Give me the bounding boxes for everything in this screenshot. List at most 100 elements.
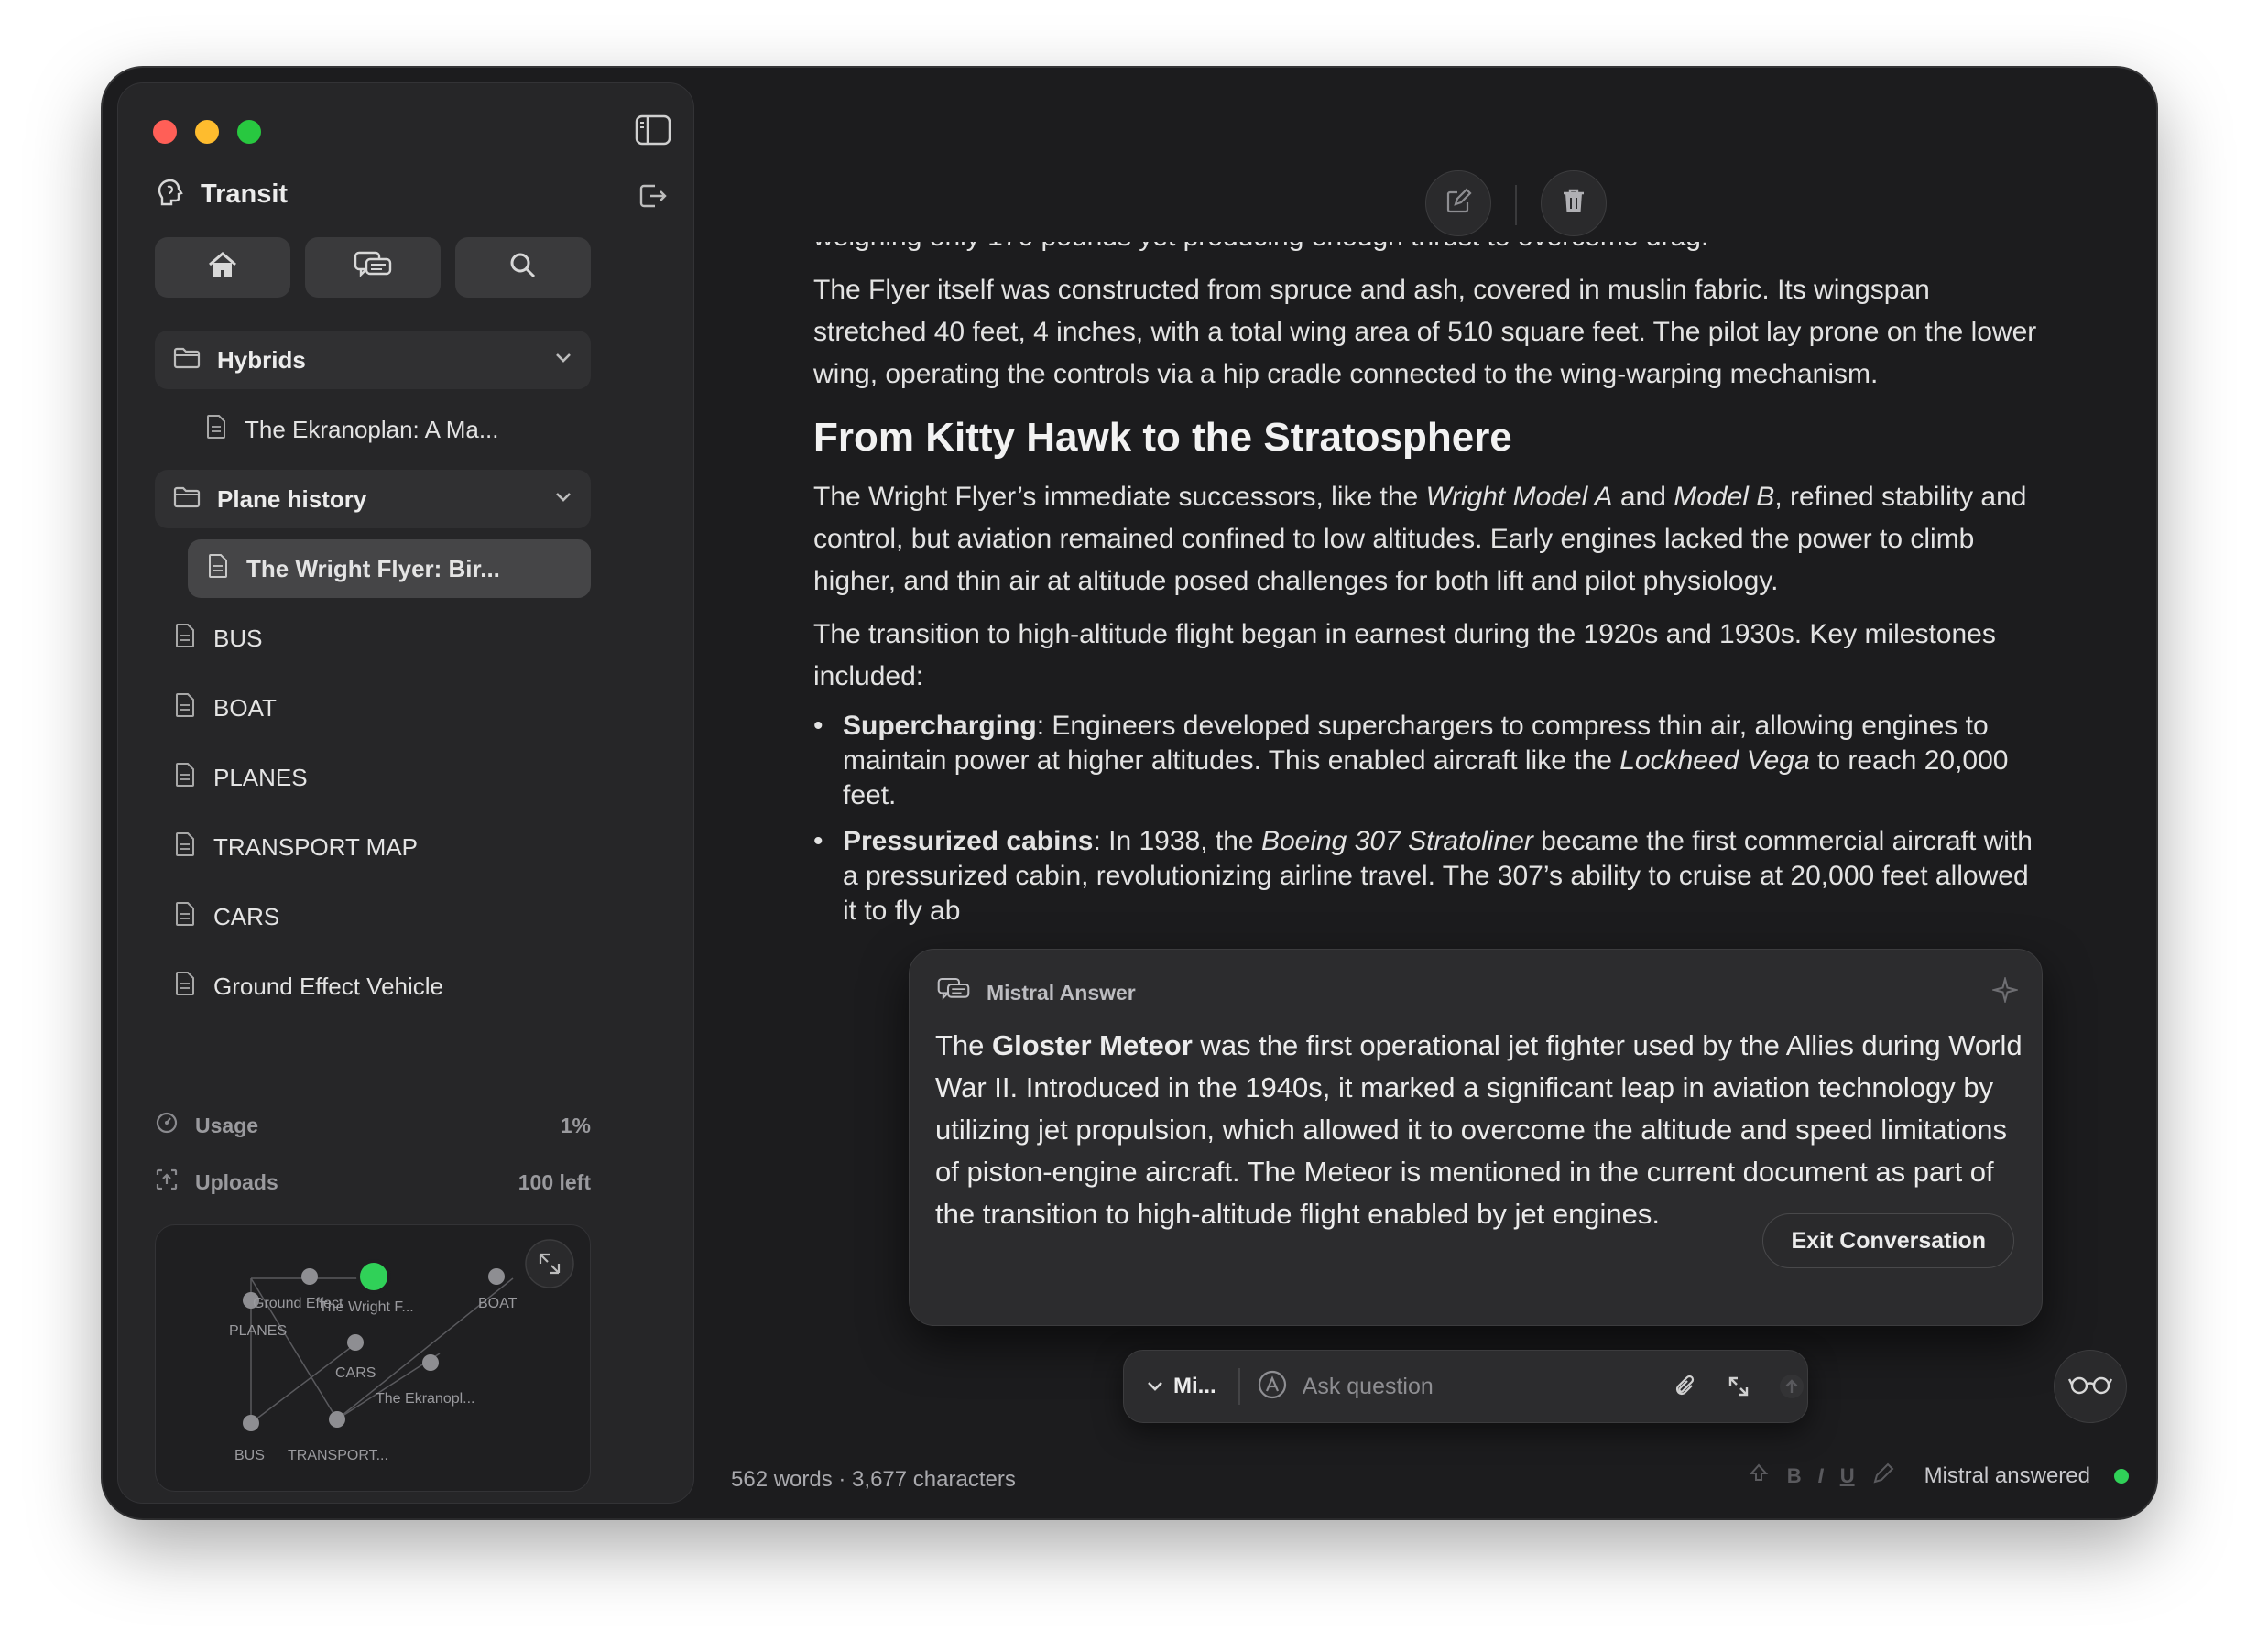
status-bar-right: B I U Mistral answered [1747,1462,2129,1490]
graph-label-boat: BOAT [478,1296,518,1311]
chat-button[interactable] [305,237,441,298]
folder-label: Hybrids [217,345,306,374]
paperclip-icon[interactable] [1671,1371,1702,1402]
uploads-row: Uploads 100 left [155,1164,591,1201]
doc-label: Ground Effect Vehicle [213,972,444,1000]
sidebar-doc-planes[interactable]: PLANES [155,748,591,807]
toolbar-divider [1515,185,1517,225]
chevron-down-icon [1146,1374,1164,1399]
chat-icon [937,977,970,1008]
delete-button[interactable] [1541,170,1607,236]
document-icon [175,831,195,864]
doc-label: BOAT [213,693,277,722]
edit-button[interactable] [1425,170,1491,236]
usage-label: Usage [195,1113,259,1137]
search-button[interactable] [455,237,591,298]
sidebar-toggle-icon[interactable] [635,114,671,146]
highlight-arrow-icon[interactable] [1747,1462,1771,1490]
bold-button[interactable]: B [1787,1464,1802,1488]
graph-node-boat[interactable] [488,1268,505,1285]
doc-label: BUS [213,624,263,652]
graph-label-ekranoplan: The Ekranopl... [376,1391,475,1407]
document-icon [175,762,195,794]
usage-row: Usage 1% [155,1107,591,1144]
paragraph: The transition to high-altitude flight b… [813,619,1996,691]
sparkle-icon [1990,975,2020,1005]
home-button[interactable] [155,237,290,298]
close-window-button[interactable] [153,120,177,144]
app-title: Transit [201,179,289,209]
trash-icon [1561,188,1586,220]
answer-header: Mistral Answer [937,977,1136,1008]
knowledge-graph-panel[interactable]: PLANES Ground Effect The Wright F... BOA… [155,1224,591,1492]
sidebar-doc-ekranoplan[interactable]: The Ekranoplan: A Ma... [155,400,591,459]
graph-node-transport[interactable] [329,1411,345,1428]
folder-icon [173,347,201,374]
sidebar-doc-transport-map[interactable]: TRANSPORT MAP [155,818,591,876]
sidebar-doc-boat[interactable]: BOAT [155,679,591,737]
edit-icon [1445,187,1472,220]
brain-icon [155,177,186,212]
document-tree: Hybrids The Ekranoplan: A Ma... Plane hi… [155,331,591,1027]
uploads-value: 100 left [518,1169,591,1194]
doc-label: CARS [213,902,280,930]
model-selector[interactable]: Mi... [1146,1374,1216,1399]
folder-plane-history[interactable]: Plane history [155,470,591,528]
paragraph: weighing only 170 pounds yet producing e… [813,242,2046,258]
italic-button[interactable]: I [1818,1464,1824,1488]
sidebar-doc-ground-effect-vehicle[interactable]: Ground Effect Vehicle [155,957,591,1016]
chevron-down-icon[interactable] [554,352,572,369]
minimize-window-button[interactable] [195,120,219,144]
app-window: Transit Hybrids The Ekranoplan: A Ma... … [103,68,2156,1518]
list-item: Pressurized cabins: In 1938, the Boeing … [813,824,2046,929]
graph-node-cars[interactable] [347,1334,364,1351]
doc-label: TRANSPORT MAP [213,832,418,861]
mistral-logo-icon[interactable] [1257,1369,1288,1405]
logout-icon[interactable] [637,180,668,212]
underline-button[interactable]: U [1840,1464,1855,1488]
sidebar-doc-cars[interactable]: CARS [155,887,591,946]
paragraph: The Wright Flyer’s immediate successors,… [813,482,2027,596]
exit-conversation-button[interactable]: Exit Conversation [1762,1213,2014,1268]
graph-node-ekranoplan[interactable] [422,1354,439,1371]
status-message: Mistral answered [1924,1462,2090,1488]
glasses-icon [2067,1374,2113,1400]
milestone-list: Supercharging: Engineers developed super… [813,709,2046,929]
paragraph: The Flyer itself was constructed from sp… [813,275,2037,389]
expand-graph-button[interactable] [525,1239,574,1288]
uploads-label: Uploads [195,1169,278,1194]
graph-node-ground-effect[interactable] [301,1268,318,1285]
graph-label-transport: TRANSPORT... [288,1448,388,1463]
document-icon [175,901,195,933]
document-icon [175,971,195,1003]
document-icon [208,553,228,585]
zoom-window-button[interactable] [237,120,261,144]
sidebar: Transit Hybrids The Ekranoplan: A Ma... … [117,82,694,1504]
pen-icon[interactable] [1871,1462,1895,1490]
word-count: 562 words · 3,677 characters [731,1467,1016,1492]
graph-label-wright-flyer: The Wright F... [319,1299,414,1315]
graph-label-cars: CARS [335,1365,376,1381]
graph-node-wright-flyer[interactable] [356,1259,391,1294]
section-heading: From Kitty Hawk to the Stratosphere [813,415,1512,460]
search-icon [509,252,537,284]
answer-title: Mistral Answer [987,980,1136,1005]
chat-icon [354,251,392,285]
folder-hybrids[interactable]: Hybrids [155,331,591,389]
reader-mode-button[interactable] [2054,1350,2127,1423]
doc-label: The Wright Flyer: Bir... [246,554,500,582]
answer-body: The Gloster Meteor was the first operati… [935,1029,2023,1230]
app-header: Transit [155,171,668,217]
sidebar-doc-bus[interactable]: BUS [155,609,591,668]
status-indicator-dot [2114,1468,2129,1484]
send-arrow-icon[interactable] [1776,1371,1807,1402]
chevron-down-icon[interactable] [554,491,572,508]
document-icon [175,623,195,655]
sidebar-doc-wright-flyer[interactable]: The Wright Flyer: Bir... [188,539,591,598]
folder-label: Plane history [217,484,367,513]
expand-icon[interactable] [1723,1371,1754,1402]
knowledge-graph[interactable]: PLANES Ground Effect The Wright F... BOA… [156,1225,592,1493]
graph-node-bus[interactable] [243,1415,259,1431]
ask-question-input[interactable] [1302,1364,1649,1409]
upload-icon [155,1168,179,1197]
